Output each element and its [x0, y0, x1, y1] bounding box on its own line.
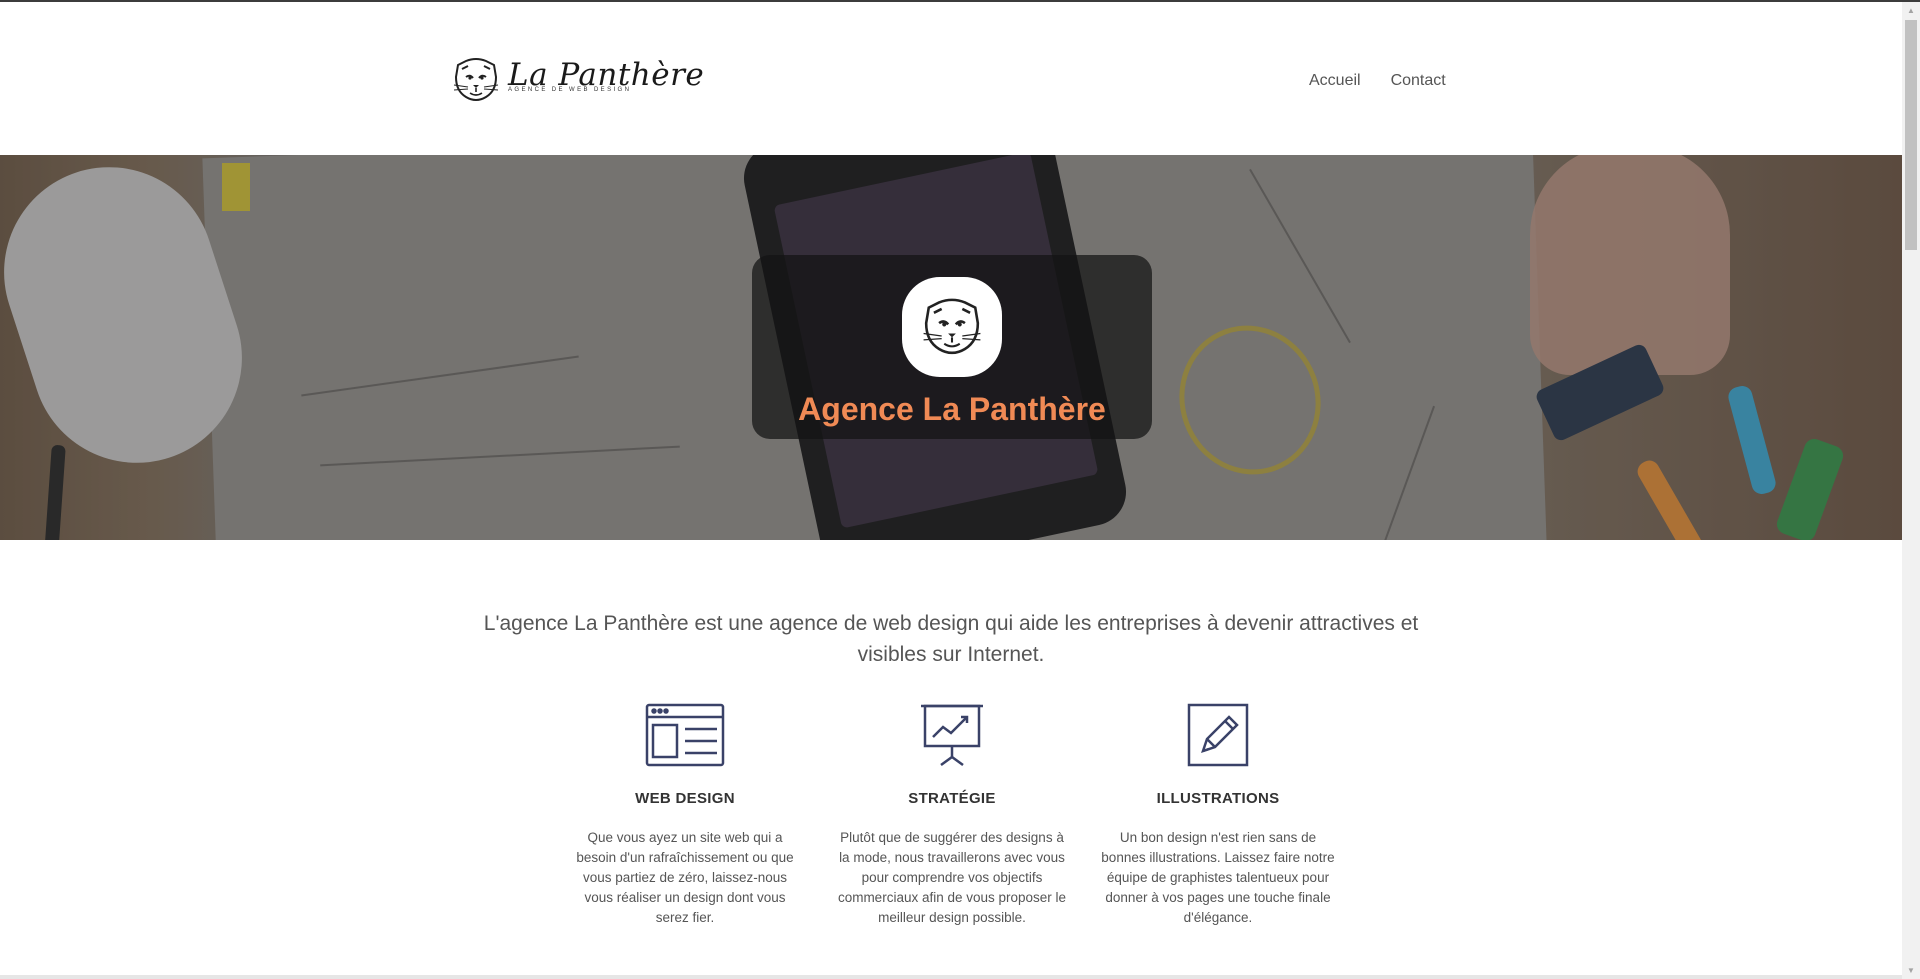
hero-card: Agence La Panthère: [752, 255, 1152, 439]
feature-strategie: STRATÉGIE Plutôt que de suggérer des des…: [834, 703, 1070, 928]
main-nav: Accueil Contact: [1309, 72, 1446, 90]
brand-tagline: AGENCE DE WEB DESIGN: [508, 87, 632, 93]
hero-banner: Agence La Panthère: [0, 155, 1902, 540]
feature-title: WEB DESIGN: [635, 790, 735, 807]
feature-illustrations: ILLUSTRATIONS Un bon design n'est rien s…: [1100, 703, 1336, 928]
nav-accueil[interactable]: Accueil: [1309, 72, 1361, 90]
hero-logo-badge: [902, 277, 1002, 377]
pencil-square-icon: [1187, 703, 1249, 767]
feature-web-design: WEB DESIGN Que vous ayez un site web qui…: [567, 703, 803, 928]
hero-title: Agence La Panthère: [798, 391, 1106, 427]
scroll-down-arrow-icon[interactable]: ▼: [1902, 962, 1920, 979]
feature-text: Plutôt que de suggérer des designs à la …: [837, 830, 1067, 925]
site-logo[interactable]: La Panthère AGENCE DE WEB DESIGN: [452, 57, 704, 103]
nav-contact[interactable]: Contact: [1391, 72, 1446, 90]
scrollbar-thumb[interactable]: [1905, 20, 1917, 250]
panther-head-icon: [923, 298, 981, 355]
vertical-scrollbar[interactable]: ▲ ▼: [1902, 2, 1920, 979]
feature-text: Que vous ayez un site web qui a besoin d…: [576, 830, 794, 925]
presentation-chart-icon: [921, 704, 983, 767]
site-header: La Panthère AGENCE DE WEB DESIGN Accueil…: [0, 2, 1902, 155]
horizontal-scrollbar[interactable]: [0, 975, 1902, 979]
feature-title: ILLUSTRATIONS: [1156, 790, 1280, 807]
feature-text: Un bon design n'est rien sans de bonnes …: [1101, 830, 1335, 925]
webpage-icon: [645, 703, 725, 767]
feature-title: STRATÉGIE: [908, 790, 996, 807]
intro-text: L'agence La Panthère est une agence de w…: [483, 612, 1419, 666]
panther-head-icon: [453, 58, 499, 101]
scroll-up-arrow-icon[interactable]: ▲: [1902, 2, 1920, 19]
